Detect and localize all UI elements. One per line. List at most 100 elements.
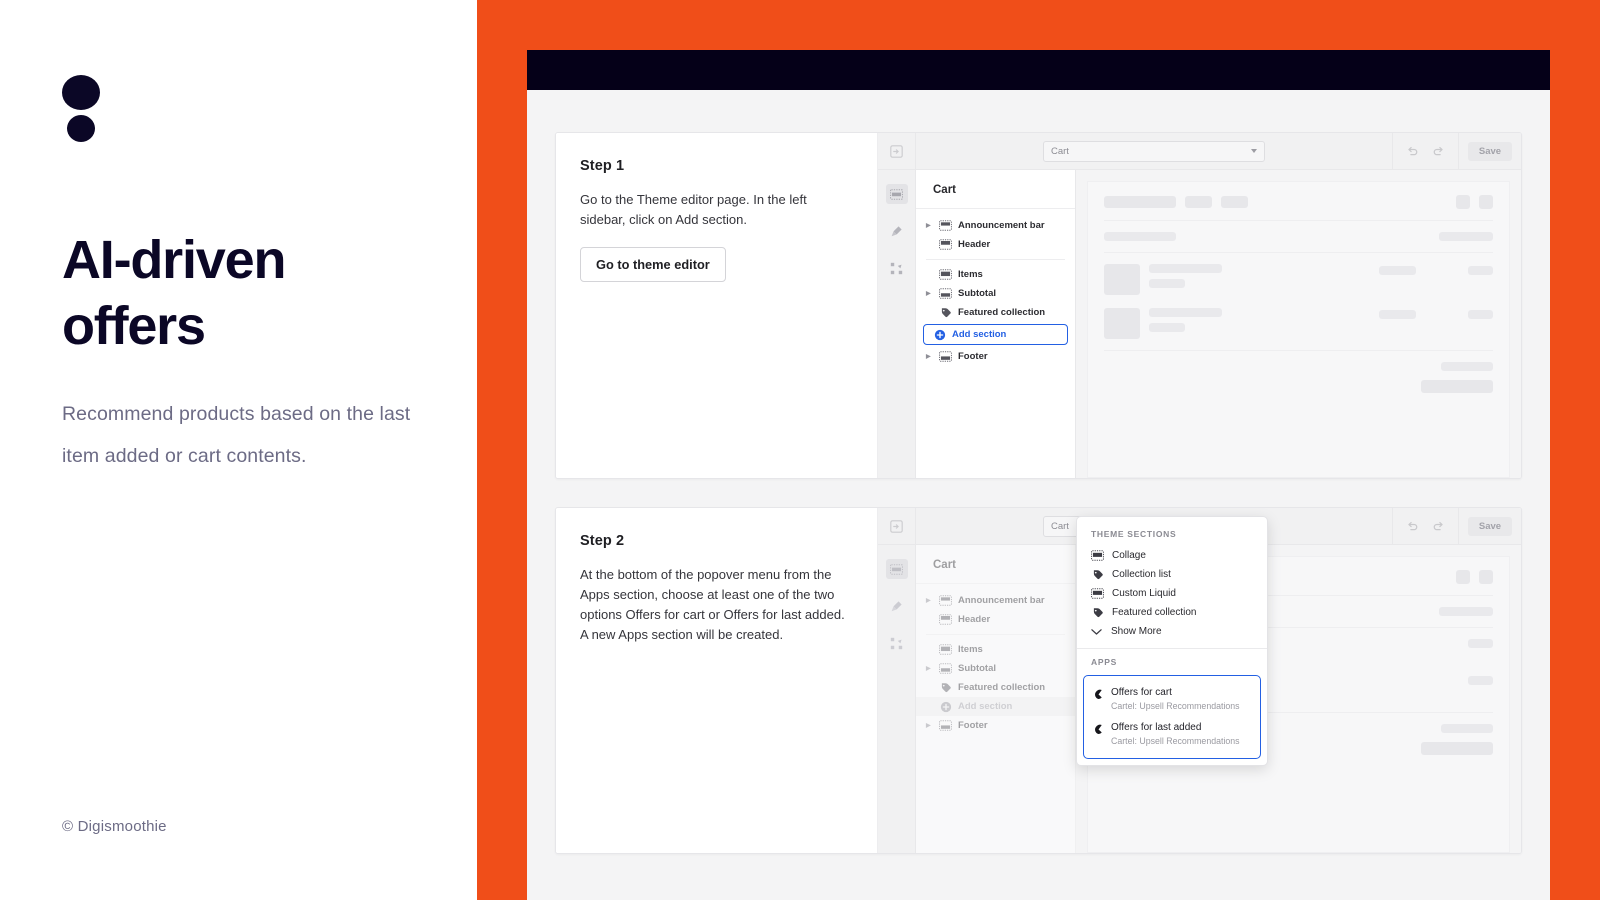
app-item-name: Offers for cart [1111,687,1172,698]
app-item-offers-for-last-added[interactable]: Offers for last added Cartel: Upsell Rec… [1084,717,1260,752]
section-item-subtotal[interactable]: ▶ Subtotal [916,284,1075,303]
step-2-title: Step 2 [580,533,625,549]
apps-icon[interactable] [886,258,908,278]
disclosure-triangle-icon[interactable]: ▶ [926,598,933,604]
skeleton-block [1104,196,1176,208]
skeleton-line [1379,266,1416,275]
add-section-popover: THEME SECTIONS Collage Collection list C… [1076,516,1268,766]
disclosure-triangle-icon[interactable]: ▶ [926,723,933,729]
section-item-label: Items [958,644,983,655]
popover-item-featured-collection[interactable]: Featured collection [1077,603,1267,622]
skeleton-total-row [1104,362,1493,371]
show-more-button[interactable]: Show More [1077,622,1267,641]
orange-backdrop: Step 1 Go to the Theme editor page. In t… [477,0,1600,900]
theme-sections-label: THEME SECTIONS [1091,529,1177,539]
section-item-announcement-bar[interactable]: ▶ Announcement bar [916,591,1075,610]
section-item-label: Header [958,614,991,625]
skeleton-divider [1104,350,1493,351]
undo-icon[interactable] [1406,520,1419,533]
section-item-label: Footer [958,351,988,362]
app-item-offers-for-cart[interactable]: Offers for cart Cartel: Upsell Recommend… [1084,682,1260,717]
section-item-featured-collection[interactable]: Featured collection [916,303,1075,322]
popover-item-custom-liquid[interactable]: Custom Liquid [1077,584,1267,603]
popover-item-collage[interactable]: Collage [1077,546,1267,565]
section-item-subtotal[interactable]: ▶ Subtotal [916,659,1075,678]
step-1-description: Go to the Theme editor page. In the left… [580,192,807,228]
section-list: ▶ Announcement bar Header Items ▶ Subtot… [916,209,1075,366]
section-item-footer[interactable]: ▶ Footer [916,716,1075,735]
slide-root: AI-driven offers Recommend products based… [0,0,1600,900]
save-cell[interactable]: Save [1459,133,1521,170]
section-item-label: Subtotal [958,663,996,674]
step-2-text: Step 2 At the bottom of the popover menu… [556,508,878,853]
section-item-header[interactable]: Header [916,235,1075,254]
section-item-footer[interactable]: ▶ Footer [916,347,1075,366]
section-item-announcement-bar[interactable]: ▶ Announcement bar [916,216,1075,235]
cartel-app-icon [1093,722,1103,740]
skeleton-thumb [1104,264,1140,295]
chevron-down-icon [1251,149,1257,153]
page-title-line-1: AI-driven [62,230,286,290]
section-divider [926,634,1065,635]
disclosure-triangle-icon[interactable]: ▶ [926,354,933,360]
popover-item-collection-list[interactable]: Collection list [1077,565,1267,584]
redo-icon[interactable] [1432,145,1445,158]
sections-icon[interactable] [885,559,908,579]
popover-item-label: Collection list [1112,569,1171,580]
skeleton-product-row [1104,264,1493,295]
skeleton-block [1479,195,1493,209]
popover-item-label: Custom Liquid [1112,588,1176,599]
exit-icon [890,144,903,158]
exit-icon-cell[interactable] [878,508,916,545]
go-to-theme-editor-button[interactable]: Go to theme editor [580,247,726,283]
logo-dot-large [62,75,100,110]
step-1-editor-mock: Cart Save Cart ▶ Announcement bar Header… [878,133,1521,478]
skeleton-block [1456,195,1470,209]
add-section-button[interactable]: Add section [916,697,1075,716]
history-controls [1392,508,1459,545]
section-item-header[interactable]: Header [916,610,1075,629]
section-footer-icon [939,720,952,731]
section-item-label: Announcement bar [958,595,1045,606]
cartel-app-icon [1093,687,1103,705]
section-item-label: Items [958,269,983,280]
section-item-items[interactable]: Items [916,640,1075,659]
save-button[interactable]: Save [1467,141,1513,161]
two-dots-logo [62,75,104,147]
undo-icon[interactable] [1406,145,1419,158]
brush-icon[interactable] [886,596,908,616]
disclosure-triangle-icon[interactable]: ▶ [926,666,933,672]
section-items-icon [939,644,952,655]
preview-skeleton [1087,181,1510,478]
add-section-button[interactable]: Add section [923,324,1068,345]
disclosure-triangle-icon[interactable]: ▶ [926,291,933,297]
section-item-items[interactable]: Items [916,265,1075,284]
page-selector[interactable]: Cart [1043,140,1265,162]
section-item-featured-collection[interactable]: Featured collection [916,678,1075,697]
skeleton-cta-row [1104,380,1493,393]
app-item-subtitle: Cartel: Upsell Recommendations [1111,735,1240,746]
save-button[interactable]: Save [1467,516,1513,536]
exit-icon-cell[interactable] [878,133,916,170]
page-title-line-2: offers [62,295,206,356]
editor-icon-rail [878,170,916,478]
section-list: ▶ Announcement bar Header Items ▶ Subtot… [916,584,1075,735]
save-cell[interactable]: Save [1459,508,1521,545]
tag-icon [1091,607,1104,618]
skeleton-line [1149,264,1222,273]
disclosure-triangle-icon[interactable]: ▶ [926,223,933,229]
section-footer-icon [939,351,952,362]
skeleton-subheader-row [1104,232,1493,241]
sections-icon[interactable] [885,184,908,204]
editor-icon-rail [878,545,916,853]
skeleton-line [1149,323,1185,332]
app-window-titlebar [527,50,1550,90]
page-selector-value: Cart [1051,145,1069,157]
page-selector-value: Cart [1051,520,1069,532]
apps-icon[interactable] [886,633,908,653]
app-window-body: Step 1 Go to the Theme editor page. In t… [527,90,1550,854]
redo-icon[interactable] [1432,520,1445,533]
skeleton-line [1439,232,1493,241]
brush-icon[interactable] [886,221,908,241]
section-bar-icon [1091,588,1104,599]
